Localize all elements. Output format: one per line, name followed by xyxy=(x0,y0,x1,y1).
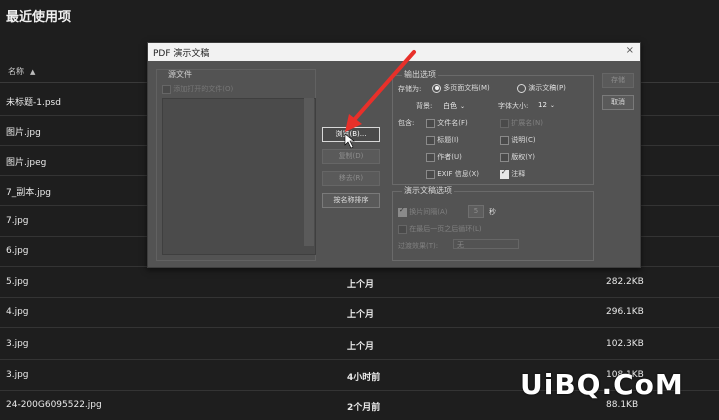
mouse-cursor-icon xyxy=(344,133,355,149)
watermark-logo: UiBQ.CoM xyxy=(520,368,684,401)
annotation-arrow xyxy=(344,50,416,149)
